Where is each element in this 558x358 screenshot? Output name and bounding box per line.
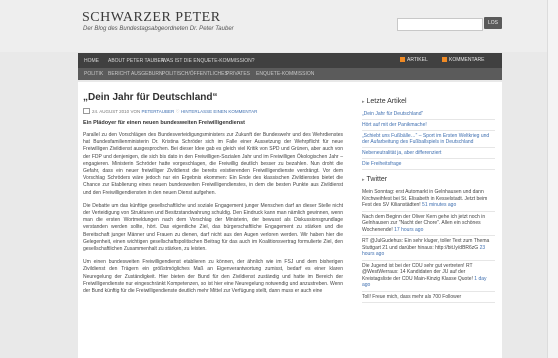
feed-comments-label: KOMMENTARE: [449, 57, 485, 63]
rss-icon: [400, 57, 405, 62]
tweet-item: Mein Sonntag: erst Automarkt in Gelnhaus…: [362, 187, 495, 212]
latest-articles-heading: ▸ Letzte Artikel: [362, 98, 495, 105]
latest-articles-title: Letzte Artikel: [366, 98, 407, 105]
comment-link[interactable]: HINTERLASSE EINEN KOMMENTAR: [181, 109, 257, 114]
search-button[interactable]: LOS: [484, 17, 502, 29]
latest-article-link[interactable]: „Dein Jahr für Deutschland“: [362, 109, 495, 120]
post-paragraph: Parallel zu den Vorschlägen des Bundesve…: [83, 132, 343, 196]
rss-icon: [442, 57, 447, 62]
post-title[interactable]: „Dein Jahr für Deutschland“: [83, 92, 343, 103]
main-nav: HOME ABOUT PETER TAUBER WAS IST DIE ENQU…: [78, 53, 502, 68]
nav-item-home[interactable]: HOME: [84, 58, 99, 64]
latest-article-link[interactable]: „Schiebt uns Fußbälle…“ – Sport im Erste…: [362, 131, 495, 148]
tweet-text: Toll! Freue mich, dass mehr als 700 Foll…: [362, 293, 462, 300]
category-politisch[interactable]: POLITISCH/ÖFFENTLICHES: [162, 71, 228, 77]
feed-articles[interactable]: ARTIKEL: [400, 57, 428, 63]
twitter-heading: ▸ Twitter: [362, 176, 495, 183]
nav-item-about[interactable]: ABOUT PETER TAUBER: [108, 58, 164, 64]
post-lead: Ein Plädoyer für einen neuen bundesweite…: [83, 120, 245, 126]
scrollbar[interactable]: [547, 0, 558, 358]
chevron-right-icon: ▸: [362, 99, 365, 105]
post-date: 24. AUGUST 2010 VON: [92, 109, 141, 114]
chevron-right-icon: ▸: [362, 177, 365, 183]
category-nav: POLITIK BERICHT AUSGEBURN POLITISCH/ÖFFE…: [78, 68, 502, 80]
category-enquete[interactable]: ENQUETE-KOMMISSION: [256, 71, 314, 77]
site-title[interactable]: SCHWARZER PETER: [82, 10, 221, 26]
latest-article-link[interactable]: Die Freiheitsfrage: [362, 159, 495, 170]
latest-article-link[interactable]: Hört auf mit der Panikmache!: [362, 120, 495, 131]
post-paragraph: Um einen bundesweiten Freiwilligendienst…: [83, 259, 343, 295]
feed-articles-label: ARTIKEL: [407, 57, 428, 63]
tweet-text: Nach dem Beginn der Oliver Kern gehe ich…: [362, 213, 486, 233]
tweet-item: Die Jugend ist bei der CDU sehr gut vert…: [362, 261, 495, 292]
tweet-item: Nach dem Beginn der Oliver Kern gehe ich…: [362, 212, 495, 236]
category-bericht[interactable]: BERICHT AUSGEBURN: [108, 71, 163, 77]
site-tagline: Der Blog des Bundestagsabgeordneten Dr. …: [83, 26, 234, 32]
category-politik[interactable]: POLITIK: [84, 71, 103, 77]
tweet-time[interactable]: 17 hours ago: [394, 227, 423, 233]
nav-item-enquete[interactable]: WAS IST DIE ENQUETE-KOMMISSION?: [162, 58, 255, 64]
post-meta: 24. AUGUST 2010 VON PETERTAUBER ♡ HINTER…: [83, 108, 343, 115]
calendar-icon: [83, 108, 90, 114]
latest-article-link[interactable]: Nebeneutralität ja, aber differenziert: [362, 148, 495, 159]
sidebar: ▸ Letzte Artikel „Dein Jahr für Deutschla…: [362, 98, 495, 303]
tweet-text: Die Jugend ist bei der CDU sehr gut vert…: [362, 262, 473, 282]
post-paragraph: Die Debatte um das künftige gesellschaft…: [83, 202, 343, 253]
feed-comments[interactable]: KOMMENTARE: [442, 57, 484, 63]
search-input[interactable]: [397, 18, 483, 31]
twitter-title: Twitter: [366, 176, 388, 183]
site-header: SCHWARZER PETER Der Blog des Bundestagsa…: [0, 0, 558, 52]
post: „Dein Jahr für Deutschland“ 24. AUGUST 2…: [83, 92, 343, 295]
tweet-time[interactable]: 51 minutes ago: [422, 202, 456, 208]
category-privates[interactable]: PRIVATES: [226, 71, 250, 77]
tweet-item: Toll! Freue mich, dass mehr als 700 Foll…: [362, 292, 495, 303]
tweet-text: RT @JulGudehus: Ein sehr kluger, toller …: [362, 238, 490, 251]
post-author-link[interactable]: PETERTAUBER: [141, 109, 174, 114]
tweet-item: RT @JulGudehus: Ein sehr kluger, toller …: [362, 236, 495, 261]
